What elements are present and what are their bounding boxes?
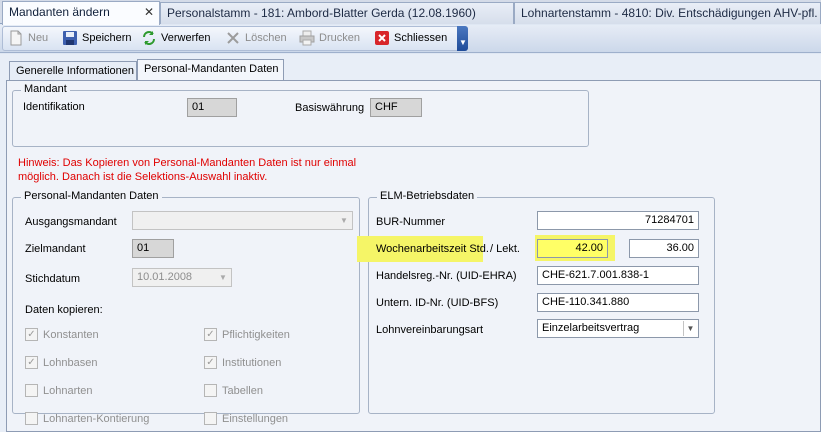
target-mandant-field: 01 [132, 239, 174, 258]
print-button[interactable]: Drucken [299, 28, 360, 48]
close-button[interactable]: Schliessen [374, 28, 447, 48]
warning-line-2: möglich. Danach ist die Selektions-Auswa… [18, 171, 268, 183]
chevron-down-icon: ▼ [219, 273, 227, 282]
tab-label: Generelle Informationen [16, 65, 135, 77]
weekly-lessons-input[interactable]: 36.00 [629, 239, 699, 258]
mandant-legend: Mandant [21, 83, 70, 95]
new-button-label: Neu [28, 32, 49, 44]
checkbox-tabellen[interactable]: Tabellen [204, 384, 263, 397]
checkbox-pflichtigkeiten[interactable]: ✓ Pflichtigkeiten [204, 328, 290, 341]
tab-page: Mandant Identifikation 01 Basiswährung C… [6, 80, 821, 432]
document-tab-bar: Mandanten ändern ✕ Personalstamm - 181: … [0, 0, 821, 25]
bur-number-label: BUR-Nummer [376, 216, 446, 228]
checkbox-einstellungen[interactable]: Einstellungen [204, 412, 288, 425]
delete-button[interactable]: Löschen [225, 28, 287, 48]
checkbox-label: Lohnarten [43, 384, 93, 397]
new-document-icon [8, 30, 24, 46]
chevron-down-icon[interactable]: ▼ [683, 321, 697, 336]
tab-personal-mandanten-daten[interactable]: Personal-Mandanten Daten [137, 59, 284, 81]
check-icon: ✓ [25, 356, 38, 369]
checkbox-label: Konstanten [43, 328, 99, 341]
mandant-group: Mandant Identifikation 01 Basiswährung C… [12, 83, 589, 147]
wage-agreement-select[interactable]: Einzelarbeitsvertrag ▼ [537, 319, 699, 338]
doc-tab-lohnartenstamm[interactable]: Lohnartenstamm - 4810: Div. Entschädigun… [514, 2, 821, 24]
doc-tab-label: Mandanten ändern [9, 5, 110, 19]
doc-tab-personalstamm[interactable]: Personalstamm - 181: Ambord-Blatter Gerd… [160, 2, 514, 24]
base-currency-field: CHF [370, 98, 422, 117]
reference-date-label: Stichdatum [25, 273, 81, 285]
delete-button-label: Löschen [245, 32, 287, 44]
save-button-label: Speichern [82, 32, 132, 44]
wage-agreement-label: Lohnvereinbarungsart [376, 324, 484, 336]
doc-tab-mandanten[interactable]: Mandanten ändern ✕ [2, 1, 160, 25]
checkbox-label: Lohnbasen [43, 356, 98, 369]
source-mandant-label: Ausgangsmandant [25, 216, 117, 228]
uid-bfs-label: Untern. ID-Nr. (UID-BFS) [376, 297, 499, 309]
doc-tab-label: Personalstamm - 181: Ambord-Blatter Gerd… [167, 6, 476, 20]
uid-bfs-input[interactable]: CHE-110.341.880 [537, 293, 699, 312]
tab-generelle-informationen[interactable]: Generelle Informationen [9, 61, 137, 80]
target-mandant-label: Zielmandant [25, 243, 86, 255]
checkbox-label: Pflichtigkeiten [222, 328, 290, 341]
close-icon[interactable]: ✕ [144, 5, 154, 19]
main-panel: Generelle Informationen Personal-Mandant… [0, 54, 821, 432]
discard-button-label: Verwerfen [161, 32, 211, 44]
copy-warning: Hinweis: Das Kopieren von Personal-Manda… [18, 156, 356, 184]
discard-button[interactable]: Verwerfen [141, 28, 211, 48]
personal-mandanten-legend: Personal-Mandanten Daten [21, 190, 162, 202]
delete-x-icon [225, 30, 241, 46]
check-icon: ✓ [204, 356, 217, 369]
chevron-down-icon: ▼ [459, 38, 467, 47]
base-currency-label: Basiswährung [295, 102, 365, 114]
source-mandant-select[interactable] [132, 211, 353, 230]
doc-tab-label: Lohnartenstamm - 4810: Div. Entschädigun… [521, 6, 818, 20]
elm-legend: ELM-Betriebsdaten [377, 190, 478, 202]
checkbox-label: Institutionen [222, 356, 282, 369]
checkbox-label: Tabellen [222, 384, 263, 397]
check-icon: ✓ [25, 328, 38, 341]
warning-line-1: Hinweis: Das Kopieren von Personal-Manda… [18, 157, 357, 169]
wage-agreement-value: Einzelarbeitsvertrag [542, 322, 640, 334]
elm-group: ELM-Betriebsdaten BUR-Nummer 71284701 Wo… [357, 190, 715, 414]
check-icon: ✓ [204, 328, 217, 341]
checkbox-label: Einstellungen [222, 412, 289, 425]
toolbar-overflow-button[interactable]: ▼ [457, 26, 468, 51]
bur-number-input[interactable]: 71284701 [537, 211, 699, 230]
identification-field: 01 [187, 98, 237, 117]
lessons-label: / Lekt. [490, 243, 520, 255]
checkbox-lohnbasen[interactable]: ✓ Lohnbasen [25, 356, 97, 369]
uid-ehra-label: Handelsreg.-Nr. (UID-EHRA) [376, 270, 517, 282]
chevron-down-icon: ▼ [340, 216, 348, 225]
toolbar: Neu Speichern Verwerfen Löschen Drucken … [0, 25, 821, 53]
checkbox-lohnarten[interactable]: Lohnarten [25, 384, 93, 397]
copy-data-label: Daten kopieren: [25, 304, 103, 316]
identification-label: Identifikation [23, 101, 85, 113]
checkbox-label: Lohnarten-Kontierung [43, 412, 150, 425]
print-button-label: Drucken [319, 32, 360, 44]
refresh-arrows-icon [141, 30, 157, 46]
tab-label: Personal-Mandanten Daten [144, 63, 279, 75]
checkbox-institutionen[interactable]: ✓ Institutionen [204, 356, 281, 369]
save-disk-icon [62, 30, 78, 46]
checkbox-lohnarten-kontierung[interactable]: Lohnarten-Kontierung [25, 412, 149, 425]
printer-icon [299, 30, 315, 46]
new-button[interactable]: Neu [8, 28, 48, 48]
weekly-hours-input[interactable]: 42.00 [537, 239, 608, 258]
save-button[interactable]: Speichern [62, 28, 132, 48]
uid-ehra-input[interactable]: CHE-621.7.001.838-1 [537, 266, 699, 285]
checkbox-konstanten[interactable]: ✓ Konstanten [25, 328, 99, 341]
weekly-hours-label: Wochenarbeitszeit Std. [376, 243, 489, 255]
personal-mandanten-group: Personal-Mandanten Daten Ausgangsmandant… [12, 190, 360, 425]
close-red-x-icon [374, 30, 390, 46]
close-button-label: Schliessen [394, 32, 448, 44]
